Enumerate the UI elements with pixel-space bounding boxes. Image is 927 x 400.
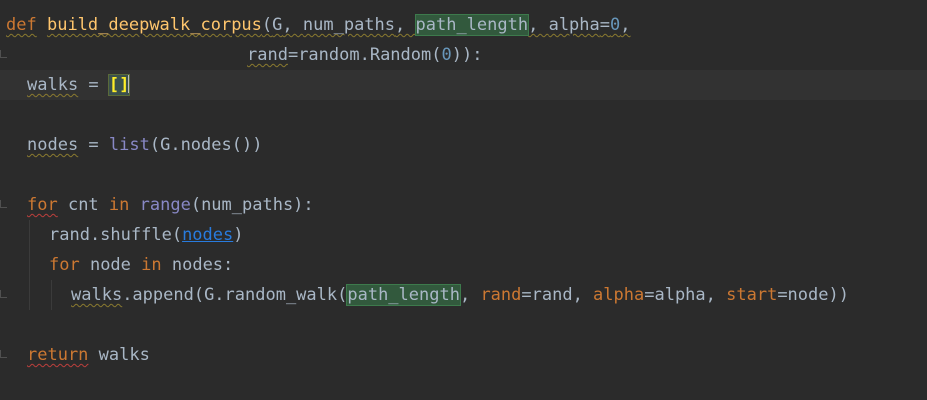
equals: = bbox=[599, 15, 611, 35]
var-node: node bbox=[79, 255, 142, 275]
keyword-for: for bbox=[49, 255, 80, 275]
fold-marker-icon[interactable] bbox=[0, 290, 7, 298]
keyword-in: in bbox=[141, 255, 162, 275]
matched-brackets: [] bbox=[107, 74, 131, 96]
indent-guide bbox=[29, 220, 30, 310]
function-name[interactable]: build_deepwalk_corpus bbox=[47, 15, 262, 35]
kwarg-alpha-value: =alpha, bbox=[644, 285, 727, 305]
kwarg-rand: rand bbox=[480, 285, 522, 305]
var-nodes: nodes bbox=[27, 135, 79, 155]
builtin-range: range bbox=[139, 195, 191, 215]
equals: = bbox=[78, 135, 109, 155]
param-num-paths: num_paths bbox=[302, 15, 396, 35]
append-call: .append(G.random_walk( bbox=[122, 285, 348, 305]
keyword-def: def bbox=[6, 15, 37, 35]
paren-open: ( bbox=[261, 15, 273, 35]
comma: , bbox=[395, 15, 416, 35]
keyword-return: return bbox=[27, 345, 89, 365]
return-value: walks bbox=[88, 345, 150, 365]
shuffle-call: rand.shuffle( bbox=[49, 225, 183, 245]
equals: = bbox=[78, 75, 109, 95]
code-line-2[interactable]: rand=random.Random(0)): bbox=[247, 40, 927, 70]
number-zero: 0 bbox=[441, 45, 452, 65]
arg-path-length-highlighted: path_length bbox=[346, 284, 461, 306]
var-walks: walks bbox=[71, 285, 123, 305]
fold-marker-icon[interactable] bbox=[0, 50, 7, 58]
code-line-8[interactable]: walks.append(G.random_walk(path_length, … bbox=[71, 280, 927, 310]
kwarg-rand-value: =rand, bbox=[521, 285, 594, 305]
comma: , bbox=[282, 15, 303, 35]
keyword-in: in bbox=[108, 195, 130, 215]
call-args: (G.nodes()) bbox=[149, 135, 263, 155]
code-line-1[interactable]: def build_deepwalk_corpus(G, num_paths, … bbox=[6, 10, 927, 40]
fold-marker-icon[interactable] bbox=[0, 350, 7, 358]
kwarg-start-value: =node)) bbox=[777, 285, 849, 305]
param-g: G bbox=[272, 15, 283, 35]
number-zero: 0 bbox=[610, 15, 621, 35]
paren-close: )): bbox=[451, 45, 483, 65]
paren-close: ) bbox=[233, 225, 244, 245]
var-cnt: cnt bbox=[57, 195, 109, 215]
nodes-link[interactable]: nodes bbox=[182, 225, 233, 245]
comma: , bbox=[620, 15, 631, 35]
fold-marker-icon[interactable] bbox=[0, 200, 7, 208]
param-alpha: alpha bbox=[548, 15, 600, 35]
kwarg-alpha: alpha bbox=[593, 285, 645, 305]
loop-iterable: nodes: bbox=[161, 255, 234, 275]
builtin-list: list bbox=[108, 135, 150, 155]
param-path-length-highlighted: path_length bbox=[414, 14, 530, 36]
keyword-for: for bbox=[27, 195, 58, 215]
kwarg-start: start bbox=[726, 285, 778, 305]
code-line-9[interactable]: return walks bbox=[27, 340, 927, 370]
random-default: =random.Random( bbox=[287, 45, 442, 65]
indent-guide bbox=[51, 280, 52, 310]
code-line-7[interactable]: for node in nodes: bbox=[49, 250, 927, 280]
code-editor[interactable]: def build_deepwalk_corpus(G, num_paths, … bbox=[0, 0, 927, 400]
comma: , bbox=[459, 285, 481, 305]
code-line-3-current[interactable]: walks = [] bbox=[0, 70, 927, 100]
range-args: (num_paths): bbox=[190, 195, 314, 215]
code-line-6[interactable]: rand.shuffle(nodes) bbox=[49, 220, 927, 250]
code-line-5[interactable]: for cnt in range(num_paths): bbox=[27, 190, 927, 220]
text-caret bbox=[128, 74, 131, 93]
var-walks: walks bbox=[27, 75, 79, 95]
code-line-4[interactable]: nodes = list(G.nodes()) bbox=[27, 130, 927, 160]
param-rand: rand bbox=[247, 45, 288, 65]
comma: , bbox=[528, 15, 549, 35]
